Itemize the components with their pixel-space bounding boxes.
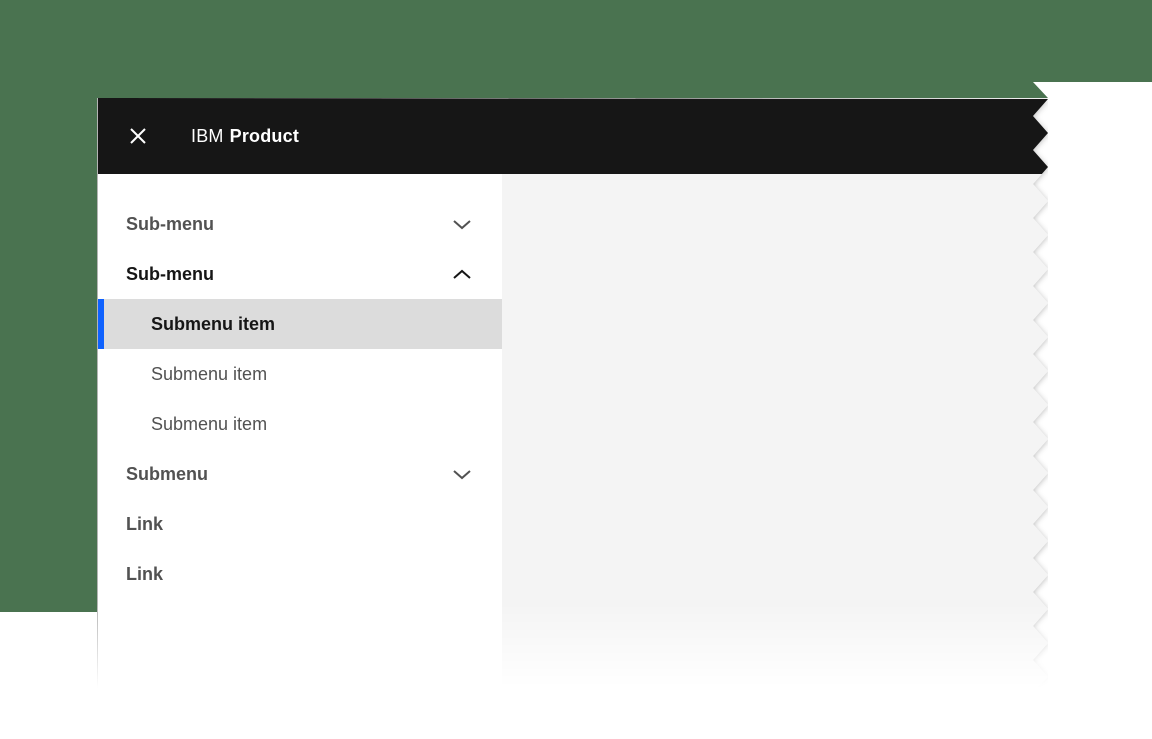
main-content xyxy=(502,174,1048,691)
sidenav-item-label: Submenu item xyxy=(151,414,267,435)
page-background: IBM Product Sub-menu Sub-menu xyxy=(0,0,1152,739)
panel-body: Sub-menu Sub-menu Submen xyxy=(98,174,1048,691)
sidenav-item-label: Sub-menu xyxy=(126,214,214,235)
sidenav-item-label: Link xyxy=(126,564,163,585)
sidenav-submenu-item[interactable]: Submenu item xyxy=(98,349,502,399)
sidenav-item-label: Submenu item xyxy=(151,314,275,335)
panel: IBM Product Sub-menu Sub-menu xyxy=(97,98,1048,691)
close-icon xyxy=(128,126,148,146)
header-title: IBM Product xyxy=(191,126,299,147)
sidenav-submenu-item[interactable]: Submenu item xyxy=(98,399,502,449)
sidenav-submenu-toggle[interactable]: Sub-menu xyxy=(98,199,502,249)
sidenav-link[interactable]: Link xyxy=(98,549,502,599)
close-button[interactable] xyxy=(98,98,178,174)
sidenav-submenu-toggle-expanded[interactable]: Sub-menu xyxy=(98,249,502,299)
brand-name: IBM xyxy=(191,126,224,146)
chevron-up-icon xyxy=(452,269,472,280)
sidenav-item-label: Sub-menu xyxy=(126,264,214,285)
panel-shadow: IBM Product Sub-menu Sub-menu xyxy=(97,98,1048,691)
sidenav-item-label: Link xyxy=(126,514,163,535)
side-nav: Sub-menu Sub-menu Submen xyxy=(98,174,502,691)
ui-shell-panel: IBM Product Sub-menu Sub-menu xyxy=(97,98,1048,691)
sidenav-submenu-item-selected[interactable]: Submenu item xyxy=(98,299,502,349)
sidenav-submenu-toggle[interactable]: Submenu xyxy=(98,449,502,499)
header-bar: IBM Product xyxy=(98,98,1048,174)
sidenav-link[interactable]: Link xyxy=(98,499,502,549)
sidenav-item-label: Submenu xyxy=(126,464,208,485)
product-name: Product xyxy=(230,126,299,146)
chevron-down-icon xyxy=(452,219,472,230)
chevron-down-icon xyxy=(452,469,472,480)
sidenav-item-label: Submenu item xyxy=(151,364,267,385)
